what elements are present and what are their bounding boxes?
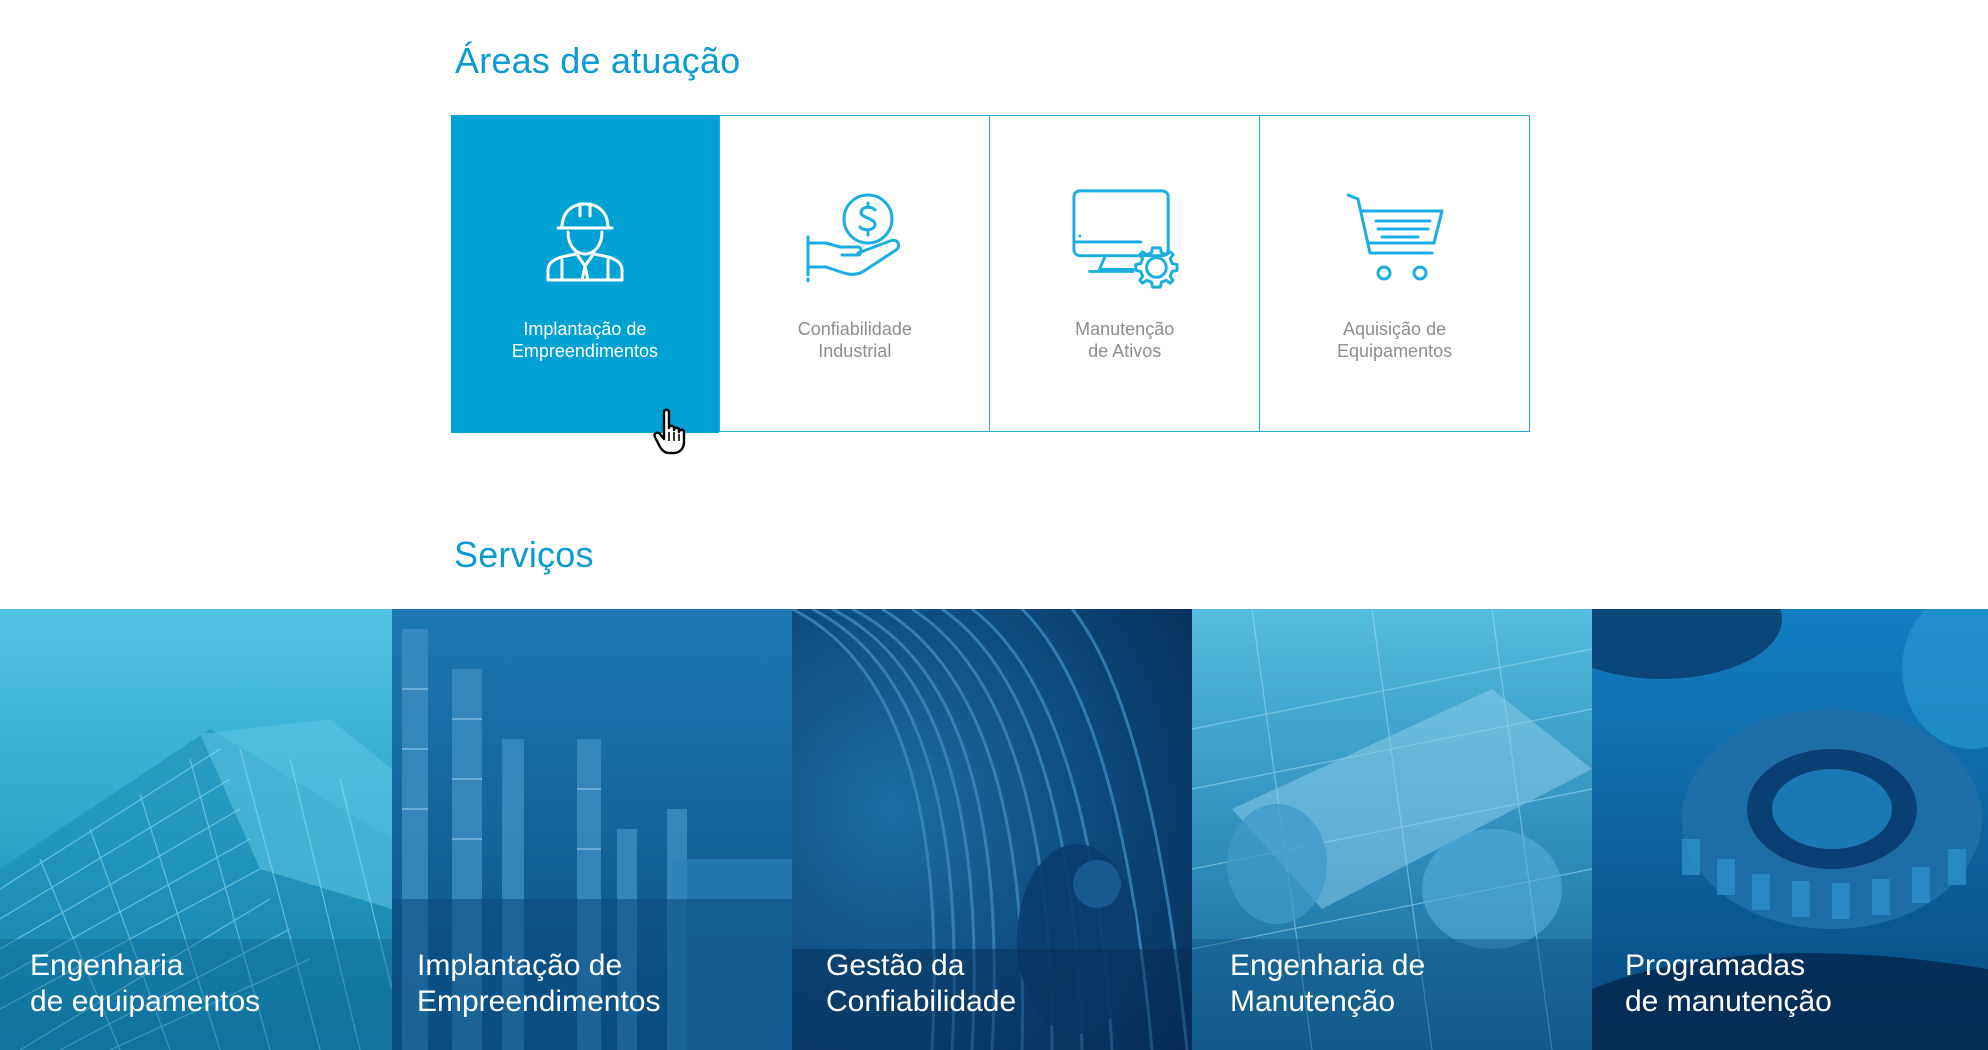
service-caption: Gestão da Confiabilidade bbox=[826, 948, 1016, 1020]
area-label: Manutenção de Ativos bbox=[1075, 318, 1174, 362]
service-caption-line2: de manutenção bbox=[1625, 985, 1832, 1018]
service-caption: Implantação de Empreendimentos bbox=[417, 948, 660, 1020]
service-caption: Programadas de manutenção bbox=[1625, 948, 1832, 1020]
service-card-gestao-confiabilidade[interactable]: Gestão da Confiabilidade bbox=[792, 609, 1192, 1050]
area-label-line2: Empreendimentos bbox=[511, 341, 658, 361]
service-caption-line1: Programadas bbox=[1625, 949, 1806, 982]
service-caption-line1: Engenharia de bbox=[1230, 949, 1426, 982]
area-label: Implantação de Empreendimentos bbox=[512, 318, 658, 362]
area-label-line1: Implantação de bbox=[523, 319, 647, 339]
service-caption: Engenharia de equipamentos bbox=[30, 948, 260, 1020]
service-caption-line2: Empreendimentos bbox=[417, 985, 661, 1018]
area-label-line1: Aquisição de bbox=[1343, 319, 1447, 339]
service-card-engenharia-manutencao[interactable]: Engenharia de Manutenção bbox=[1192, 609, 1592, 1050]
area-label-line2: Equipamentos bbox=[1337, 341, 1453, 361]
service-caption-line1: Gestão da bbox=[826, 949, 965, 982]
service-caption-line2: de equipamentos bbox=[30, 985, 261, 1018]
area-card-implantacao[interactable]: Implantação de Empreendimentos bbox=[450, 114, 720, 433]
service-caption: Engenharia de Manutenção bbox=[1230, 948, 1425, 1020]
area-label-line2: Industrial bbox=[818, 341, 892, 361]
service-caption-line1: Implantação de bbox=[417, 949, 623, 982]
servicos-section-title: Serviços bbox=[454, 534, 594, 575]
area-card-aquisicao[interactable]: Aquisição de Equipamentos bbox=[1259, 116, 1529, 431]
area-label-line1: Confiabilidade bbox=[797, 319, 912, 339]
areas-grid: Implantação de Empreendimentos Confiabil… bbox=[450, 114, 1530, 433]
service-card-implantacao-empreendimentos[interactable]: Implantação de Empreendimentos bbox=[392, 609, 792, 1050]
service-caption-line1: Engenharia bbox=[30, 949, 184, 982]
service-card-engenharia-equipamentos[interactable]: Engenharia de equipamentos bbox=[0, 609, 392, 1050]
areas-section-title: Áreas de atuação bbox=[455, 40, 741, 81]
service-card-programadas-manutencao[interactable]: Programadas de manutenção bbox=[1592, 609, 1988, 1050]
services-strip: Engenharia de equipamentos Implantação d… bbox=[0, 609, 1988, 1050]
monitor-gear-icon bbox=[1070, 184, 1180, 294]
page: Áreas de atuação Implantação de Empreend… bbox=[0, 0, 1988, 1050]
shopping-cart-icon bbox=[1340, 184, 1450, 294]
money-hand-icon bbox=[800, 184, 910, 294]
hand-pointer-cursor-icon bbox=[653, 408, 686, 455]
service-caption-line2: Confiabilidade bbox=[826, 985, 1017, 1018]
area-card-confiabilidade[interactable]: Confiabilidade Industrial bbox=[719, 116, 990, 431]
service-caption-line2: Manutenção bbox=[1230, 985, 1396, 1018]
area-label: Confiabilidade Industrial bbox=[798, 318, 912, 362]
area-label-line2: de Ativos bbox=[1088, 341, 1162, 361]
area-label-line1: Manutenção bbox=[1075, 319, 1175, 339]
area-card-manutencao[interactable]: Manutenção de Ativos bbox=[989, 116, 1260, 431]
area-label: Aquisição de Equipamentos bbox=[1337, 318, 1452, 362]
engineer-icon bbox=[530, 184, 640, 294]
